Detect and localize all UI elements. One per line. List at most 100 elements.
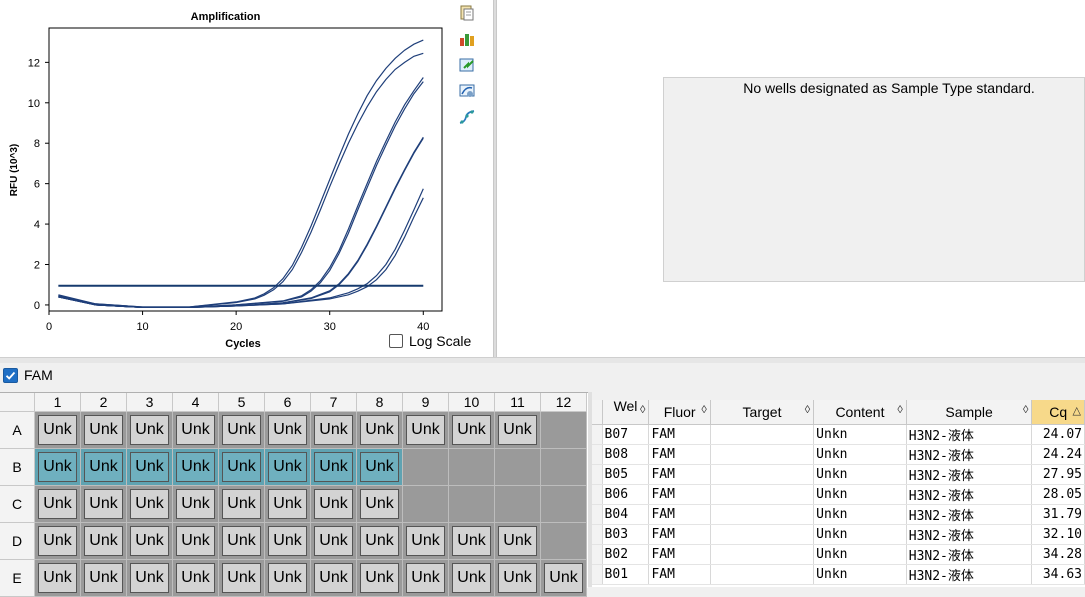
table-row[interactable]: B02 FAM Unkn H3N2-液体 34.28 bbox=[592, 544, 1085, 565]
plate-well[interactable]: Unk bbox=[402, 522, 449, 560]
plate-well[interactable]: Unk bbox=[494, 411, 541, 449]
plate-column-header[interactable]: 4 bbox=[172, 393, 219, 412]
plate-well[interactable] bbox=[540, 485, 587, 523]
plate-well[interactable]: Unk bbox=[80, 411, 127, 449]
table-row[interactable]: B04 FAM Unkn H3N2-液体 31.79 bbox=[592, 504, 1085, 525]
table-row[interactable]: B05 FAM Unkn H3N2-液体 27.95 bbox=[592, 464, 1085, 485]
export-graph-icon[interactable] bbox=[458, 56, 476, 74]
plate-well[interactable]: Unk bbox=[34, 411, 81, 449]
plate-well[interactable]: Unk bbox=[310, 411, 357, 449]
fam-checkbox[interactable] bbox=[3, 368, 18, 383]
plate-well[interactable]: Unk bbox=[34, 522, 81, 560]
plate-well[interactable] bbox=[448, 485, 495, 523]
column-header-target[interactable]: Target ◊ bbox=[710, 400, 815, 425]
plate-row-header[interactable]: D bbox=[0, 522, 35, 560]
plate-well[interactable]: Unk bbox=[310, 448, 357, 486]
plate-well[interactable]: Unk bbox=[80, 485, 127, 523]
plate-well[interactable]: Unk bbox=[448, 522, 495, 560]
row-selector[interactable] bbox=[592, 484, 603, 505]
curve-fit-icon[interactable] bbox=[458, 108, 476, 126]
log-scale-checkbox[interactable] bbox=[389, 334, 403, 348]
plate-well[interactable]: Unk bbox=[494, 522, 541, 560]
table-row[interactable]: B07 FAM Unkn H3N2-液体 24.07 bbox=[592, 424, 1085, 445]
column-header-fluor[interactable]: Fluor ◊ bbox=[648, 400, 711, 425]
row-selector[interactable] bbox=[592, 544, 603, 565]
plate-well[interactable] bbox=[494, 485, 541, 523]
plate-well[interactable]: Unk bbox=[402, 411, 449, 449]
plate-well[interactable] bbox=[494, 448, 541, 486]
plate-row-header[interactable]: C bbox=[0, 485, 35, 523]
plate-well[interactable] bbox=[540, 411, 587, 449]
plate-column-header[interactable]: 8 bbox=[356, 393, 403, 412]
row-selector-header[interactable] bbox=[592, 400, 603, 425]
sort-icon[interactable]: ◊ bbox=[1023, 404, 1028, 416]
sort-icon[interactable]: △ bbox=[1073, 404, 1081, 417]
plate-well[interactable]: Unk bbox=[448, 411, 495, 449]
plate-column-header[interactable]: 10 bbox=[448, 393, 495, 412]
plate-well[interactable] bbox=[540, 448, 587, 486]
plate-well[interactable] bbox=[402, 448, 449, 486]
table-row[interactable]: B08 FAM Unkn H3N2-液体 24.24 bbox=[592, 444, 1085, 465]
plate-well[interactable]: Unk bbox=[172, 411, 219, 449]
plate-well[interactable]: Unk bbox=[172, 448, 219, 486]
plate-column-header[interactable]: 3 bbox=[126, 393, 173, 412]
plate-well[interactable] bbox=[540, 522, 587, 560]
plate-well[interactable]: Unk bbox=[264, 448, 311, 486]
plate-well[interactable]: Unk bbox=[126, 485, 173, 523]
log-scale-toggle[interactable]: Log Scale bbox=[389, 333, 471, 349]
sort-icon[interactable]: ◊ bbox=[640, 404, 645, 416]
plate-well[interactable]: Unk bbox=[356, 448, 403, 486]
plate-well[interactable]: Unk bbox=[264, 522, 311, 560]
row-selector[interactable] bbox=[592, 424, 603, 445]
row-selector[interactable] bbox=[592, 504, 603, 525]
plate-well[interactable]: Unk bbox=[34, 559, 81, 597]
plate-well[interactable]: Unk bbox=[172, 559, 219, 597]
plate-well[interactable] bbox=[402, 485, 449, 523]
sort-icon[interactable]: ◊ bbox=[897, 404, 902, 416]
plate-column-header[interactable]: 7 bbox=[310, 393, 357, 412]
plate-well[interactable]: Unk bbox=[264, 559, 311, 597]
plate-well[interactable]: Unk bbox=[80, 559, 127, 597]
plate-column-header[interactable]: 2 bbox=[80, 393, 127, 412]
column-header-sample[interactable]: Sample ◊ bbox=[906, 400, 1033, 425]
plate-well[interactable]: Unk bbox=[402, 559, 449, 597]
plate-well[interactable]: Unk bbox=[540, 559, 587, 597]
plate-well[interactable]: Unk bbox=[126, 448, 173, 486]
table-row[interactable]: B01 FAM Unkn H3N2-液体 34.63 bbox=[592, 564, 1085, 585]
sort-icon[interactable]: ◊ bbox=[805, 404, 810, 416]
row-selector[interactable] bbox=[592, 444, 603, 465]
row-selector[interactable] bbox=[592, 464, 603, 485]
plate-well[interactable]: Unk bbox=[218, 522, 265, 560]
plate-well[interactable]: Unk bbox=[80, 522, 127, 560]
column-header-wel[interactable]: Wel ◊ bbox=[602, 398, 650, 425]
plate-well[interactable] bbox=[448, 448, 495, 486]
export-icon[interactable] bbox=[458, 30, 476, 48]
plate-well[interactable]: Unk bbox=[218, 411, 265, 449]
plate-well[interactable]: Unk bbox=[172, 485, 219, 523]
table-row[interactable]: B03 FAM Unkn H3N2-液体 32.10 bbox=[592, 524, 1085, 545]
plate-well[interactable]: Unk bbox=[34, 485, 81, 523]
plate-well[interactable]: Unk bbox=[126, 411, 173, 449]
plate-well[interactable]: Unk bbox=[448, 559, 495, 597]
column-header-content[interactable]: Content ◊ bbox=[813, 400, 907, 425]
plate-row-header[interactable]: E bbox=[0, 559, 35, 597]
plate-well[interactable]: Unk bbox=[126, 559, 173, 597]
plate-well[interactable]: Unk bbox=[126, 522, 173, 560]
plate-well[interactable]: Unk bbox=[310, 485, 357, 523]
plate-well[interactable]: Unk bbox=[218, 559, 265, 597]
row-selector[interactable] bbox=[592, 524, 603, 545]
plate-row-header[interactable]: A bbox=[0, 411, 35, 449]
copy-icon[interactable] bbox=[458, 4, 476, 22]
plate-well[interactable]: Unk bbox=[356, 522, 403, 560]
table-row[interactable]: B06 FAM Unkn H3N2-液体 28.05 bbox=[592, 484, 1085, 505]
plate-column-header[interactable]: 5 bbox=[218, 393, 265, 412]
plate-well[interactable]: Unk bbox=[264, 411, 311, 449]
row-selector[interactable] bbox=[592, 564, 603, 585]
plate-well[interactable]: Unk bbox=[218, 485, 265, 523]
plate-well[interactable]: Unk bbox=[310, 559, 357, 597]
plate-well[interactable]: Unk bbox=[172, 522, 219, 560]
plate-column-header[interactable]: 11 bbox=[494, 393, 541, 412]
plate-well[interactable]: Unk bbox=[356, 559, 403, 597]
plate-column-header[interactable]: 1 bbox=[34, 393, 81, 412]
plate-well[interactable]: Unk bbox=[494, 559, 541, 597]
